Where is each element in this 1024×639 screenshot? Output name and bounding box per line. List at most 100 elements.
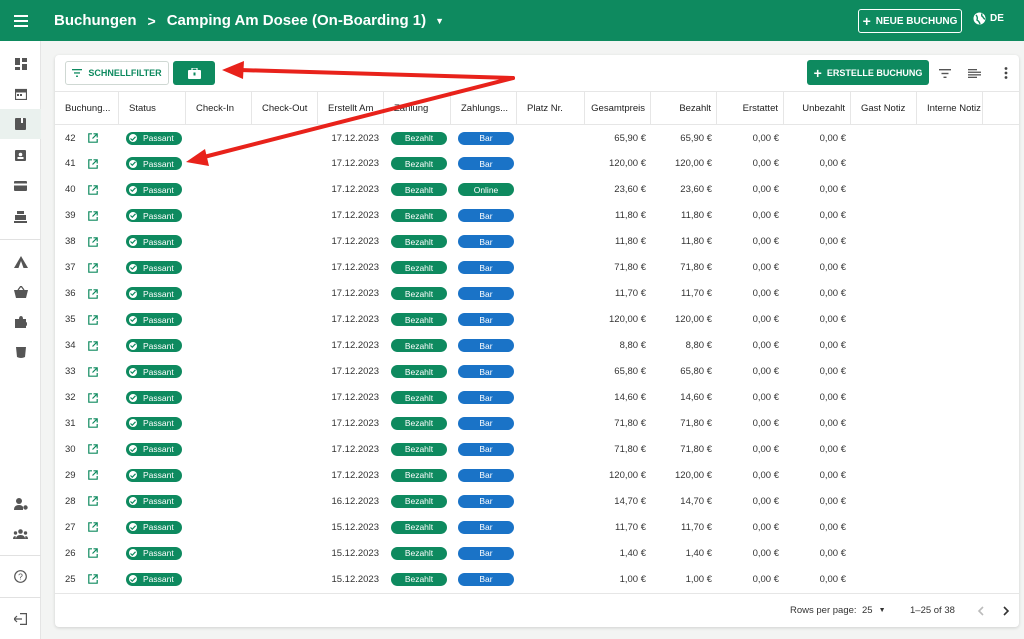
table-row[interactable]: 40 Passant 17.12.2023 Bezahlt Online 23,… xyxy=(55,177,1019,203)
open-external-icon[interactable] xyxy=(87,159,98,169)
status-badge[interactable]: Passant xyxy=(126,442,182,456)
paid-cell: 120,00 € xyxy=(675,158,712,170)
column-header-payment[interactable]: Zahlung xyxy=(384,92,451,125)
table-row[interactable]: 37 Passant 17.12.2023 Bezahlt Bar 71,80 … xyxy=(55,255,1019,281)
open-external-icon[interactable] xyxy=(87,548,98,558)
status-badge[interactable]: Passant xyxy=(126,261,182,275)
open-external-icon[interactable] xyxy=(87,392,98,403)
sidebar-item-shop[interactable] xyxy=(0,277,41,307)
open-external-icon[interactable] xyxy=(87,574,98,584)
column-header-check-in[interactable]: Check-In xyxy=(186,92,252,125)
caret-down-icon[interactable]: ▼ xyxy=(435,16,444,26)
sidebar-item-cash-register[interactable] xyxy=(0,202,41,232)
column-header-booking[interactable]: Buchung... xyxy=(55,92,119,125)
sidebar-item-calendar[interactable] xyxy=(0,79,41,109)
status-badge[interactable]: Passant xyxy=(126,494,182,508)
open-external-icon[interactable] xyxy=(87,522,98,533)
column-header-internal-note[interactable]: Interne Notiz xyxy=(917,92,983,125)
table-row[interactable]: 34 Passant 17.12.2023 Bezahlt Bar 8,80 €… xyxy=(55,333,1019,359)
status-badge[interactable]: Passant xyxy=(126,287,182,301)
sidebar-item-extensions[interactable] xyxy=(0,307,41,337)
sidebar-item-logout[interactable] xyxy=(0,604,41,634)
status-badge[interactable]: Passant xyxy=(126,572,182,586)
breadcrumb-root[interactable]: Buchungen xyxy=(54,12,137,29)
status-badge[interactable]: Passant xyxy=(126,365,182,379)
open-external-icon[interactable] xyxy=(87,288,98,299)
rows-per-page-select[interactable]: 25 ▼ xyxy=(862,605,886,616)
column-header-total[interactable]: Gesamtpreis xyxy=(585,92,651,125)
sidebar-item-user-settings[interactable] xyxy=(0,489,41,519)
open-external-icon[interactable] xyxy=(87,444,98,455)
status-badge[interactable]: Passant xyxy=(126,391,182,404)
open-external-icon[interactable] xyxy=(87,236,98,247)
status-badge[interactable]: Passant xyxy=(126,131,182,145)
filter-button[interactable] xyxy=(935,63,955,83)
open-external-icon[interactable] xyxy=(87,470,98,481)
status-badge[interactable]: Passant xyxy=(126,468,182,482)
status-badge[interactable]: Passant xyxy=(126,520,182,534)
table-row[interactable]: 38 Passant 17.12.2023 Bezahlt Bar 11,80 … xyxy=(55,229,1019,255)
table-row[interactable]: 31 Passant 17.12.2023 Bezahlt Bar 71,80 … xyxy=(55,410,1019,436)
table-row[interactable]: 28 Passant 16.12.2023 Bezahlt Bar 14,70 … xyxy=(55,488,1019,514)
table-row[interactable]: 26 Passant 15.12.2023 Bezahlt Bar 1,40 €… xyxy=(55,540,1019,566)
new-booking-button[interactable]: + NEUE BUCHUNG xyxy=(858,9,962,33)
open-external-icon[interactable] xyxy=(87,418,98,429)
sidebar-item-dashboard[interactable] xyxy=(0,49,41,79)
status-badge[interactable]: Passant xyxy=(126,157,182,171)
open-external-icon[interactable] xyxy=(87,185,98,195)
bag-button[interactable] xyxy=(173,61,215,85)
column-header-status[interactable]: Status xyxy=(119,92,186,125)
column-header-check-out[interactable]: Check-Out xyxy=(252,92,318,125)
status-badge[interactable]: Passant xyxy=(126,416,182,430)
status-badge[interactable]: Passant xyxy=(126,546,182,560)
status-badge[interactable]: Passant xyxy=(126,313,182,327)
column-header-guest-note[interactable]: Gast Notiz xyxy=(851,92,917,125)
sidebar-item-guests[interactable] xyxy=(0,140,41,170)
open-external-icon[interactable] xyxy=(87,133,98,143)
sidebar-item-bookings[interactable] xyxy=(0,109,41,139)
next-page-button[interactable] xyxy=(995,600,1017,622)
open-external-icon[interactable] xyxy=(87,314,98,325)
created-cell: 17.12.2023 xyxy=(331,417,379,429)
quickfilter-button[interactable]: SCHNELLFILTER xyxy=(65,61,169,85)
language-selector[interactable]: DE xyxy=(973,12,1004,25)
table-row[interactable]: 35 Passant 17.12.2023 Bezahlt Bar 120,00… xyxy=(55,307,1019,333)
status-badge[interactable]: Passant xyxy=(126,235,182,249)
status-badge[interactable]: Passant xyxy=(126,209,182,223)
sidebar-item-team[interactable] xyxy=(0,519,41,549)
column-header-payment-method[interactable]: Zahlungs... xyxy=(451,92,517,125)
open-external-icon[interactable] xyxy=(87,496,98,507)
column-header-unpaid[interactable]: Unbezahlt xyxy=(784,92,851,125)
sidebar-item-payments[interactable] xyxy=(0,171,41,201)
refunded-cell: 0,00 € xyxy=(752,184,779,196)
sidebar-item-gastro[interactable] xyxy=(0,338,41,368)
density-button[interactable] xyxy=(964,63,984,83)
table-row[interactable]: 33 Passant 17.12.2023 Bezahlt Bar 65,80 … xyxy=(55,359,1019,385)
campground-selector[interactable]: Camping Am Dosee (On-Boarding 1) xyxy=(167,12,426,29)
table-row[interactable]: 30 Passant 17.12.2023 Bezahlt Bar 71,80 … xyxy=(55,436,1019,462)
table-row[interactable]: 25 Passant 15.12.2023 Bezahlt Bar 1,00 €… xyxy=(55,566,1019,592)
table-row[interactable]: 32 Passant 17.12.2023 Bezahlt Bar 14,60 … xyxy=(55,385,1019,411)
status-badge[interactable]: Passant xyxy=(126,183,182,197)
menu-button[interactable] xyxy=(0,0,41,41)
table-row[interactable]: 36 Passant 17.12.2023 Bezahlt Bar 11,70 … xyxy=(55,281,1019,307)
table-row[interactable]: 42 Passant 17.12.2023 Bezahlt Bar 65,90 … xyxy=(55,125,1019,151)
create-booking-button[interactable]: + ERSTELLE BUCHUNG xyxy=(807,60,929,85)
sidebar-item-help[interactable]: ? xyxy=(0,561,41,591)
sidebar-item-pitches[interactable] xyxy=(0,247,41,277)
open-external-icon[interactable] xyxy=(87,340,98,351)
previous-page-button[interactable] xyxy=(969,600,991,622)
column-header-paid[interactable]: Bezahlt xyxy=(651,92,717,125)
table-row[interactable]: 41 Passant 17.12.2023 Bezahlt Bar 120,00… xyxy=(55,151,1019,177)
column-header-refunded[interactable]: Erstattet xyxy=(717,92,784,125)
table-row[interactable]: 27 Passant 15.12.2023 Bezahlt Bar 11,70 … xyxy=(55,514,1019,540)
open-external-icon[interactable] xyxy=(87,211,98,221)
column-header-created[interactable]: Erstellt Am xyxy=(318,92,384,125)
open-external-icon[interactable] xyxy=(87,366,98,377)
open-external-icon[interactable] xyxy=(87,262,98,273)
table-row[interactable]: 29 Passant 17.12.2023 Bezahlt Bar 120,00… xyxy=(55,462,1019,488)
table-row[interactable]: 39 Passant 17.12.2023 Bezahlt Bar 11,80 … xyxy=(55,203,1019,229)
status-badge[interactable]: Passant xyxy=(126,339,182,353)
more-options-button[interactable] xyxy=(996,63,1016,83)
column-header-pitch[interactable]: Platz Nr. xyxy=(517,92,585,125)
